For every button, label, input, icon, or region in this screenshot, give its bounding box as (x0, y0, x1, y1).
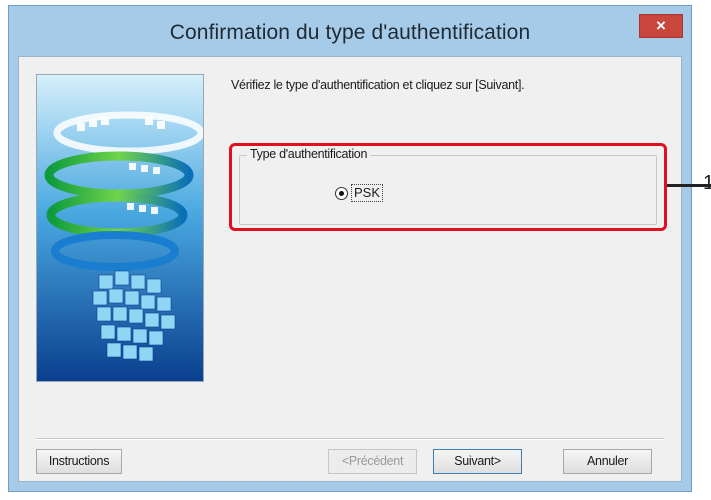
window-title: Confirmation du type d'authentification (169, 21, 531, 44)
title-bar[interactable]: Confirmation du type d'authentification … (9, 6, 691, 56)
printer-swirl-art (37, 75, 203, 381)
close-icon: × (656, 16, 666, 35)
callout-number: 1 (703, 172, 711, 194)
instruction-text: Vérifiez le type d'authentification et c… (231, 78, 525, 92)
callout-highlight-box (229, 143, 667, 231)
dialog-window: Confirmation du type d'authentification … (8, 5, 692, 492)
side-illustration (36, 74, 204, 382)
instructions-button[interactable]: Instructions (36, 449, 122, 474)
previous-button[interactable]: <Précédent (328, 449, 417, 474)
footer-separator (36, 438, 664, 440)
cancel-button[interactable]: Annuler (563, 449, 652, 474)
dialog-client-area: Vérifiez le type d'authentification et c… (18, 56, 682, 482)
next-button[interactable]: Suivant> (433, 449, 522, 474)
close-button[interactable]: × (639, 14, 683, 38)
